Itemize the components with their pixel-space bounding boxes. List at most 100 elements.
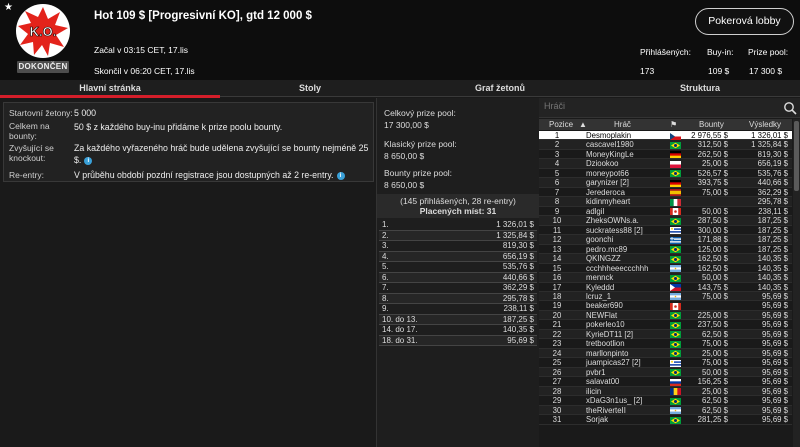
starting-chips-value: 5 000 [74,108,97,118]
player-name: ilicin [586,386,602,396]
player-search-input[interactable] [544,101,774,111]
player-bounty: 62,50 $ [701,329,728,339]
player-row[interactable]: 25 juampicas27 [2] 75,00 $ 95,69 $ [539,358,792,368]
country-flag-icon [670,388,682,396]
player-result: 95,69 $ [761,415,788,425]
flag-column-icon[interactable]: ⚑ [670,119,677,130]
svg-text:K.O.: K.O. [30,24,57,39]
scrollbar-thumb[interactable] [794,121,799,191]
bounty-pool-label: Bounty prize pool: [384,168,453,178]
player-row[interactable]: 11 suckratess88 [2] 300,00 $ 187,25 $ [539,225,792,236]
payout-place: 5. [382,262,389,271]
player-name: Dziookoo [586,159,619,169]
player-row[interactable]: 28 ilicin 25,00 $ 95,69 $ [539,386,792,397]
player-row[interactable]: 1 Desmoplakin 2 976,55 $ 1 326,01 $ [539,131,792,141]
payout-amount: 362,29 $ [502,283,534,292]
player-result: 95,69 $ [761,377,788,387]
player-row[interactable]: 20 NEWFlat 225,00 $ 95,69 $ [539,310,792,321]
total-bounties-label: Celkem na bounty: [9,121,50,141]
country-flag-icon [670,284,681,292]
sort-arrow-icon: ▲ [579,120,587,129]
player-row[interactable]: 22 KyrieDT11 [2] 62,50 $ 95,69 $ [539,329,792,340]
tab-structure[interactable]: Struktura [600,80,800,97]
poker-lobby-button[interactable]: Pokerová lobby [695,8,794,35]
player-row[interactable]: 31 Sorjak 281,25 $ 95,69 $ [539,415,792,425]
payout-place: 1. [382,220,389,229]
tab-tables[interactable]: Stoly [220,80,400,97]
favorite-star-icon[interactable]: ★ [4,2,13,13]
country-flag-icon [670,217,681,225]
player-row[interactable]: 3 MoneyKingLe 262,50 $ 819,30 $ [539,150,792,160]
player-row[interactable]: 23 tretbootlion 75,00 $ 95,69 $ [539,339,792,349]
player-bounty: 75,00 $ [701,339,728,349]
player-row[interactable]: 4 Dziookoo 25,00 $ 656,19 $ [539,159,792,169]
player-name: suckratess88 [2] [586,225,643,235]
column-result[interactable]: Výsledky [749,119,781,130]
player-row[interactable]: 21 pokerleo10 237,50 $ 95,69 $ [539,320,792,330]
payout-row: 14. do 17. 140,35 $ [379,325,537,336]
player-row[interactable]: 27 salavat00 156,25 $ 95,69 $ [539,377,792,387]
tab-chip-graph[interactable]: Graf žetonů [400,80,600,97]
player-row[interactable]: 14 QKINGZZ 162,50 $ 140,35 $ [539,254,792,264]
player-bounty: 237,50 $ [697,320,728,330]
player-name: Desmoplakin [586,131,632,140]
info-icon[interactable]: i [336,171,345,180]
column-position[interactable]: Pozice [549,119,573,130]
player-position: 1 [554,131,560,140]
player-position: 18 [552,291,562,301]
player-row[interactable]: 29 xDaG3n1us_ [2] 62,50 $ 95,69 $ [539,396,792,406]
player-row[interactable]: 6 garynizer [2] 393,75 $ 440,66 $ [539,178,792,188]
column-player[interactable]: Hráč [614,119,631,130]
payout-amount: 440,66 $ [502,272,534,282]
progressive-ko-value: Za každého vyřazeného hráč bude udělena … [74,143,369,165]
player-name: pvbr1 [586,367,606,377]
player-row[interactable]: 7 Jerederoca 75,00 $ 362,29 $ [539,187,792,198]
reentry-value: V průběhu období pozdní registrace jsou … [74,169,372,181]
classic-pool-value: 8 650,00 $ [384,151,425,161]
player-position: 30 [552,405,562,415]
player-row[interactable]: 19 beaker690 95,69 $ [539,301,792,311]
player-bounty: 75,00 $ [701,187,728,197]
payout-row: 3. 819,30 $ [379,241,537,252]
player-name: kidinmyheart [586,197,631,207]
player-row[interactable]: 10 ZheksOWNs.a. 287,50 $ 187,25 $ [539,216,792,226]
country-flag-icon [670,397,681,405]
player-row[interactable]: 30 theRiverteII 62,50 $ 95,69 $ [539,405,792,416]
player-row[interactable]: 24 marllonpinto 25,00 $ 95,69 $ [539,348,792,359]
player-result: 95,69 $ [761,310,788,320]
player-result: 95,69 $ [761,339,788,349]
player-position: 10 [552,216,562,226]
player-row[interactable]: 13 pedro.mc89 125,00 $ 187,25 $ [539,245,792,255]
players-scrollbar[interactable] [793,119,800,447]
player-result: 187,25 $ [757,225,788,235]
player-row[interactable]: 5 moneypot66 526,57 $ 535,76 $ [539,169,792,179]
country-flag-icon [670,189,681,197]
player-row[interactable]: 9 adlgil 50,00 $ 238,11 $ [539,207,792,217]
country-flag-icon [670,369,681,377]
total-bounties-value: 50 $ z každého buy-inu přidáme k prize p… [74,122,283,132]
player-bounty: 62,50 $ [701,396,728,406]
player-row[interactable]: 15 ccchhheeeccchhh 162,50 $ 140,35 $ [539,264,792,274]
player-row[interactable]: 17 Kyleddd 143,75 $ 140,35 $ [539,283,792,292]
player-result: 95,69 $ [761,358,788,368]
country-flag-icon [670,141,681,149]
payout-amount: 295,78 $ [502,293,534,303]
info-icon[interactable]: i [84,156,93,165]
player-bounty: 281,25 $ [697,415,728,425]
player-row[interactable]: 18 lcruz_1 75,00 $ 95,69 $ [539,291,792,302]
country-flag-icon [670,359,681,367]
payout-row: 7. 362,29 $ [379,283,537,294]
players-table-body: 1 Desmoplakin 2 976,55 $ 1 326,01 $ 2 cascave… [539,131,792,425]
player-row[interactable]: 2 cascavel1980 312,50 $ 1 325,84 $ [539,140,792,150]
country-flag-icon [670,378,681,386]
search-icon[interactable] [783,101,797,115]
player-position: 8 [554,197,560,207]
player-row[interactable]: 8 kidinmyheart 295,78 $ [539,197,792,207]
player-result: 140,35 $ [757,273,788,283]
player-row[interactable]: 26 pvbr1 50,00 $ 95,69 $ [539,367,792,378]
payout-place: 18. do 31. [382,335,418,345]
player-result: 362,29 $ [757,187,788,197]
player-row[interactable]: 16 mennck 50,00 $ 140,35 $ [539,273,792,283]
player-row[interactable]: 12 goonchi 171,88 $ 187,25 $ [539,235,792,245]
column-bounty[interactable]: Bounty [699,119,724,130]
